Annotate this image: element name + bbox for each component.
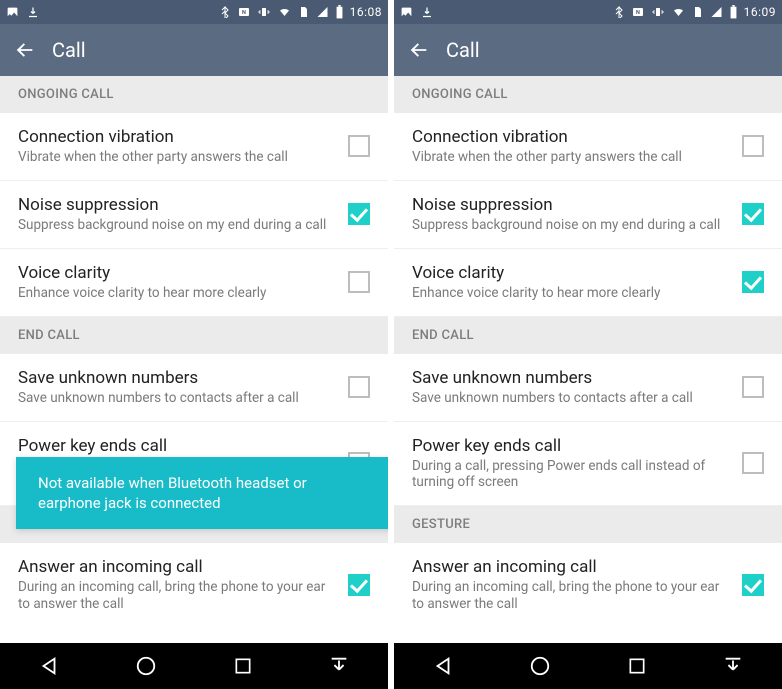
section-ongoing-call: ONGOING CALL [394, 76, 782, 113]
svg-text:N: N [636, 10, 640, 16]
signal-icon [710, 6, 723, 18]
setting-title: Connection vibration [412, 127, 732, 147]
checkbox-power-key[interactable] [742, 452, 764, 474]
page-title: Call [446, 38, 480, 62]
checkbox-save-unknown[interactable] [348, 376, 370, 398]
setting-subtitle: Suppress background noise on my end duri… [18, 217, 338, 234]
setting-subtitle: Save unknown numbers to contacts after a… [412, 390, 732, 407]
nav-home-icon[interactable] [529, 655, 551, 677]
row-save-unknown-numbers[interactable]: Save unknown numbers Save unknown number… [394, 354, 782, 422]
row-connection-vibration[interactable]: Connection vibration Vibrate when the ot… [0, 113, 388, 181]
setting-title: Save unknown numbers [412, 368, 732, 388]
section-end-call: END CALL [394, 317, 782, 354]
signal-icon [316, 6, 329, 18]
row-power-key-ends-call[interactable]: Power key ends call During a call, press… [394, 422, 782, 507]
checkbox-voice-clarity[interactable] [742, 271, 764, 293]
setting-title: Power key ends call [18, 436, 338, 456]
toast-message: Not available when Bluetooth headset or … [16, 457, 388, 530]
nfc-icon: N [237, 6, 251, 18]
nav-bar [394, 643, 782, 689]
nav-recent-icon[interactable] [233, 656, 253, 676]
download-icon [27, 6, 39, 18]
setting-title: Answer an incoming call [18, 557, 338, 577]
setting-subtitle: Vibrate when the other party answers the… [18, 149, 338, 166]
row-answer-incoming-call[interactable]: Answer an incoming call During an incomi… [0, 543, 388, 627]
row-connection-vibration[interactable]: Connection vibration Vibrate when the ot… [394, 113, 782, 181]
checkbox-answer-incoming[interactable] [742, 574, 764, 596]
row-save-unknown-numbers[interactable]: Save unknown numbers Save unknown number… [0, 354, 388, 422]
nav-pulldown-icon[interactable] [722, 655, 744, 677]
nav-back-icon[interactable] [38, 655, 60, 677]
setting-title: Power key ends call [412, 436, 732, 456]
setting-subtitle: During an incoming call, bring the phone… [412, 579, 732, 613]
checkbox-connection-vibration[interactable] [742, 135, 764, 157]
phone-screen-right: N 16:09 Call ONGOING CALL Connection vib… [394, 0, 782, 689]
battery-icon [729, 5, 738, 19]
setting-title: Voice clarity [18, 263, 338, 283]
setting-title: Save unknown numbers [18, 368, 338, 388]
row-noise-suppression[interactable]: Noise suppression Suppress background no… [394, 181, 782, 249]
section-ongoing-call: ONGOING CALL [0, 76, 388, 113]
checkbox-voice-clarity[interactable] [348, 271, 370, 293]
setting-subtitle: Vibrate when the other party answers the… [412, 149, 732, 166]
setting-subtitle: Enhance voice clarity to hear more clear… [18, 285, 338, 302]
vibrate-icon [651, 6, 665, 18]
row-voice-clarity[interactable]: Voice clarity Enhance voice clarity to h… [394, 249, 782, 317]
setting-subtitle: During an incoming call, bring the phone… [18, 579, 338, 613]
row-answer-incoming-call[interactable]: Answer an incoming call During an incomi… [394, 543, 782, 627]
vibrate-icon [257, 6, 271, 18]
wifi-icon [671, 6, 686, 18]
row-voice-clarity[interactable]: Voice clarity Enhance voice clarity to h… [0, 249, 388, 317]
phone-screen-left: N 16:08 Call ONGOING CALL Connection vib… [0, 0, 388, 689]
page-title: Call [52, 38, 86, 62]
setting-subtitle: During a call, pressing Power ends call … [412, 458, 732, 492]
checkbox-connection-vibration[interactable] [348, 135, 370, 157]
nfc-icon: N [631, 6, 645, 18]
setting-title: Connection vibration [18, 127, 338, 147]
checkbox-answer-incoming[interactable] [348, 574, 370, 596]
nav-back-icon[interactable] [432, 655, 454, 677]
setting-title: Noise suppression [18, 195, 338, 215]
checkbox-noise-suppression[interactable] [742, 203, 764, 225]
bluetooth-icon [219, 6, 231, 18]
setting-title: Voice clarity [412, 263, 732, 283]
image-icon [400, 6, 413, 19]
image-icon [6, 6, 19, 19]
setting-subtitle: Enhance voice clarity to hear more clear… [412, 285, 732, 302]
section-gesture: GESTURE [394, 506, 782, 543]
download-icon [421, 6, 433, 18]
nav-pulldown-icon[interactable] [328, 655, 350, 677]
nav-bar [0, 643, 388, 689]
status-bar: N 16:09 [394, 0, 782, 24]
checkbox-save-unknown[interactable] [742, 376, 764, 398]
sim-icon [298, 5, 310, 19]
nav-recent-icon[interactable] [627, 656, 647, 676]
svg-text:N: N [242, 10, 246, 16]
settings-list[interactable]: ONGOING CALL Connection vibration Vibrat… [394, 76, 782, 643]
battery-icon [335, 5, 344, 19]
status-clock: 16:08 [350, 5, 382, 19]
checkbox-noise-suppression[interactable] [348, 203, 370, 225]
app-bar: Call [394, 24, 782, 76]
wifi-icon [277, 6, 292, 18]
nav-home-icon[interactable] [135, 655, 157, 677]
status-bar: N 16:08 [0, 0, 388, 24]
back-icon[interactable] [14, 39, 36, 61]
row-noise-suppression[interactable]: Noise suppression Suppress background no… [0, 181, 388, 249]
setting-title: Answer an incoming call [412, 557, 732, 577]
sim-icon [692, 5, 704, 19]
section-end-call: END CALL [0, 317, 388, 354]
setting-title: Noise suppression [412, 195, 732, 215]
setting-subtitle: Save unknown numbers to contacts after a… [18, 390, 338, 407]
back-icon[interactable] [408, 39, 430, 61]
settings-list[interactable]: ONGOING CALL Connection vibration Vibrat… [0, 76, 388, 643]
status-clock: 16:09 [744, 5, 776, 19]
setting-subtitle: Suppress background noise on my end duri… [412, 217, 732, 234]
bluetooth-icon [613, 6, 625, 18]
app-bar: Call [0, 24, 388, 76]
